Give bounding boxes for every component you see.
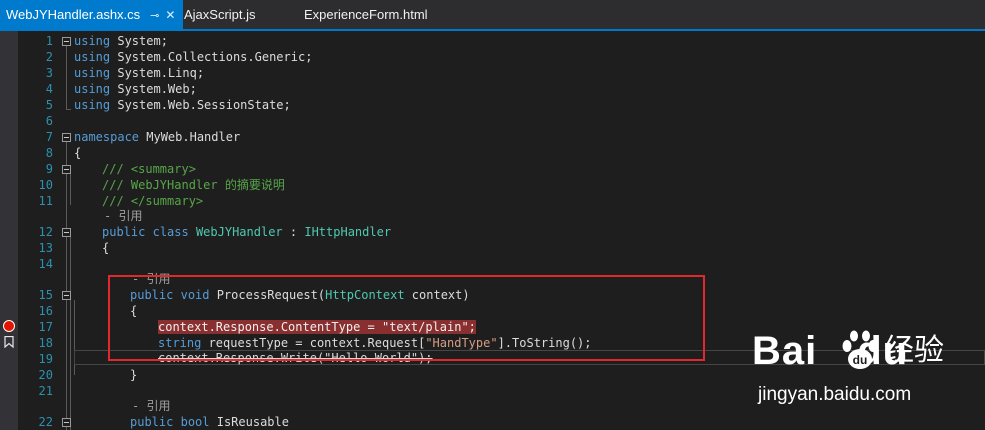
code-line-11[interactable]: /// </summary> [102, 193, 203, 209]
code-text: System.Collections.Generic; [110, 50, 313, 64]
keyword: namespace [74, 130, 140, 144]
watermark-logo-text: Bai [752, 329, 818, 373]
line-number: 15 [38, 288, 53, 302]
code-line-20[interactable]: } [130, 367, 137, 383]
watermark-url: jingyan.baidu.com [758, 384, 912, 405]
type-name: WebJYHandler [195, 225, 283, 239]
highlight-annotation-box [108, 275, 705, 361]
code-text: System.Web.SessionState; [110, 98, 291, 112]
breakpoint-icon[interactable] [3, 320, 15, 332]
outline-guide [66, 109, 71, 110]
code-text: System.Web; [110, 82, 197, 96]
line-number: 9 [45, 162, 53, 176]
collapse-toggle-icon[interactable] [62, 228, 71, 237]
keyword: using [74, 98, 111, 112]
collapse-toggle-icon[interactable] [62, 133, 71, 142]
keyword: using [74, 34, 111, 48]
line-number: 22 [38, 415, 53, 429]
collapse-toggle-icon[interactable] [62, 291, 71, 300]
collapse-toggle-icon[interactable] [62, 37, 71, 46]
keyword: using [74, 82, 111, 96]
code-line-2[interactable]: using System.Collections.Generic; [74, 49, 312, 65]
line-number: 12 [38, 225, 53, 239]
code-text: : [282, 225, 305, 239]
collapse-toggle-icon[interactable] [62, 418, 71, 427]
line-number: 10 [38, 178, 53, 192]
comment: /// WebJYHandler 的摘要说明 [102, 178, 285, 192]
line-number: 1 [45, 34, 53, 48]
line-number: 16 [38, 304, 53, 318]
outline-guide [66, 142, 67, 430]
code-line-10[interactable]: /// WebJYHandler 的摘要说明 [102, 177, 285, 193]
code-line-12[interactable]: public class WebJYHandler : IHttpHandler [102, 224, 391, 240]
comment: /// </summary> [102, 194, 204, 208]
code-text: IsReusable [209, 415, 289, 429]
watermark-cn-text: 经验 [884, 333, 944, 368]
line-number: 13 [38, 241, 53, 255]
baidu-jingyan-watermark: Bai du du 经验 jingyan.baidu.com [752, 325, 982, 430]
codelens-references[interactable]: - 引用 [132, 399, 170, 413]
tab-ajaxscript[interactable]: AjaxScript.js [184, 0, 256, 29]
line-number: 20 [38, 368, 53, 382]
line-number: 18 [38, 336, 53, 350]
code-text: { [102, 241, 110, 255]
pin-icon[interactable]: ⊸ [150, 10, 159, 22]
code-line-13[interactable]: { [102, 240, 109, 256]
line-number: 4 [45, 82, 53, 96]
tab-label: ExperienceForm.html [304, 7, 428, 22]
bookmark-icon[interactable] [4, 336, 14, 348]
code-line-5[interactable]: using System.Web.SessionState; [74, 97, 291, 113]
code-line-3[interactable]: using System.Linq; [74, 65, 204, 81]
code-text: } [130, 368, 138, 382]
code-text: MyWeb.Handler [139, 130, 241, 144]
codelens-references[interactable]: - 引用 [104, 209, 142, 223]
line-number: 8 [45, 146, 53, 160]
line-number: 11 [38, 194, 53, 208]
line-number: 21 [38, 384, 53, 398]
code-line-7[interactable]: namespace MyWeb.Handler [74, 129, 240, 145]
code-text: System.Linq; [110, 66, 205, 80]
outline-guide [70, 174, 71, 205]
paw-icon: du [842, 330, 878, 369]
keyword: public [102, 225, 146, 239]
line-number: 6 [45, 114, 53, 128]
keyword: bool [180, 415, 210, 429]
code-line-8[interactable]: { [74, 145, 81, 161]
keyword: using [74, 66, 111, 80]
code-line-1[interactable]: using System; [74, 33, 168, 49]
comment: /// <summary> [102, 162, 196, 176]
outline-guide [70, 237, 71, 430]
type-name: IHttpHandler [304, 225, 392, 239]
tab-webjyhandler[interactable]: WebJYHandler.ashx.cs ⊸ ✕ [0, 0, 184, 29]
keyword: using [74, 50, 111, 64]
tab-label: AjaxScript.js [184, 7, 256, 22]
tab-experienceform[interactable]: ExperienceForm.html [304, 0, 428, 29]
line-number: 5 [45, 98, 53, 112]
line-number: 17 [38, 320, 53, 334]
line-number: 14 [38, 257, 53, 271]
svg-text:du: du [853, 353, 868, 367]
collapse-toggle-icon[interactable] [62, 165, 71, 174]
tab-label: WebJYHandler.ashx.cs [6, 7, 141, 22]
code-line-22[interactable]: public bool IsReusable [130, 414, 289, 430]
code-text: { [74, 146, 82, 160]
outline-guide [66, 46, 67, 109]
indicator-margin[interactable] [0, 31, 18, 430]
line-number: 19 [38, 352, 53, 366]
editor-tab-bar: WebJYHandler.ashx.cs ⊸ ✕ AjaxScript.js Exp… [0, 0, 985, 31]
close-icon[interactable]: ✕ [165, 8, 175, 22]
code-line-9[interactable]: /// <summary> [102, 161, 196, 177]
keyword: class [152, 225, 189, 239]
line-number: 3 [45, 66, 53, 80]
keyword: public [130, 415, 174, 429]
line-number: 7 [45, 130, 53, 144]
line-number: 2 [45, 50, 53, 64]
code-line-4[interactable]: using System.Web; [74, 81, 197, 97]
code-text: System; [110, 34, 168, 48]
